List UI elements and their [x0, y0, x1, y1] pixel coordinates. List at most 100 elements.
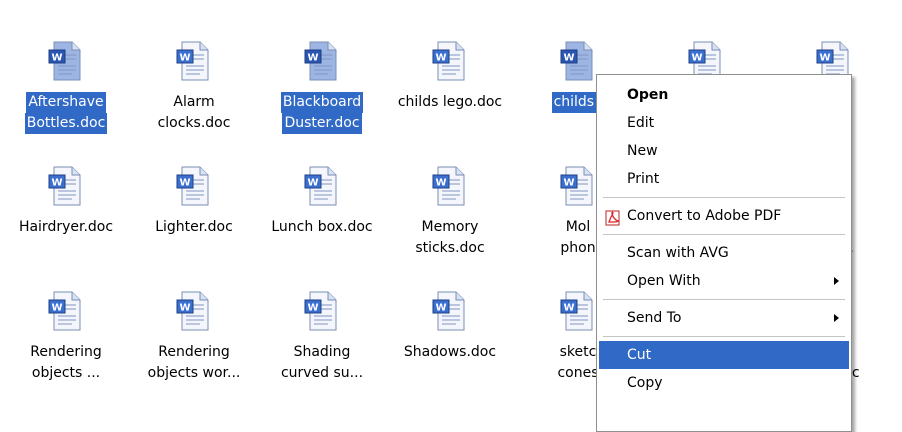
word-document-icon: W: [560, 290, 594, 332]
file-item[interactable]: W Alarm clocks.doc: [130, 30, 258, 140]
menu-separator: [603, 336, 845, 337]
svg-text:W: W: [179, 303, 190, 314]
word-document-icon: W: [48, 290, 82, 332]
file-label-line: clocks.doc: [157, 115, 231, 131]
svg-text:W: W: [435, 178, 446, 189]
menu-separator: [603, 234, 845, 235]
file-label-line: sticks.doc: [415, 240, 485, 256]
word-document-icon: W: [560, 165, 594, 207]
file-item[interactable]: W Lunch box.doc: [258, 155, 386, 265]
file-label-line: Alarm: [173, 94, 215, 110]
file-label: Hairdryer.doc: [2, 217, 130, 238]
file-label-line: Lunch box.doc: [271, 219, 373, 235]
menu-item-print[interactable]: Print: [599, 165, 849, 193]
svg-text:W: W: [307, 303, 318, 314]
menu-separator: [603, 299, 845, 300]
menu-item-label: Open With: [627, 273, 701, 289]
file-label-line: Rendering: [30, 344, 102, 360]
menu-item-send-to[interactable]: Send To: [599, 304, 849, 332]
file-label: Aftershave Bottles.doc: [2, 92, 130, 134]
file-label: Lunch box.doc: [258, 217, 386, 238]
file-item[interactable]: W Memory sticks.doc: [386, 155, 514, 265]
menu-item-copy[interactable]: Copy: [599, 369, 849, 397]
svg-text:W: W: [51, 303, 62, 314]
word-document-icon: W: [176, 290, 210, 332]
menu-item-label: New: [627, 143, 658, 159]
file-label-line: Duster.doc: [282, 113, 362, 134]
file-label: Blackboard Duster.doc: [258, 92, 386, 134]
word-document-icon: W: [560, 40, 594, 82]
context-menu: Open Edit New Print Convert to Adobe PDF Scan…: [596, 74, 852, 432]
file-label-line: Aftershave: [26, 92, 106, 113]
svg-text:W: W: [435, 53, 446, 64]
file-label-line: Bottles.doc: [24, 113, 108, 134]
file-item[interactable]: W Blackboard Duster.doc: [258, 30, 386, 140]
submenu-arrow-icon: [834, 314, 839, 322]
file-label-line: childs lego.doc: [397, 94, 503, 110]
word-document-icon: W: [176, 40, 210, 82]
menu-item-convert-to-adobe-pdf[interactable]: Convert to Adobe PDF: [599, 202, 849, 230]
file-item[interactable]: Wchilds lego.doc: [386, 30, 514, 140]
menu-item-label: Cut: [627, 347, 652, 363]
menu-item-edit[interactable]: Edit: [599, 109, 849, 137]
file-label-line: Hairdryer.doc: [18, 219, 114, 235]
word-document-icon: W: [304, 165, 338, 207]
svg-text:W: W: [51, 178, 62, 189]
word-document-icon: W: [304, 40, 338, 82]
file-label: Shadows.doc: [386, 342, 514, 363]
word-document-icon: W: [304, 290, 338, 332]
menu-item-label: Open: [627, 87, 669, 103]
word-document-icon: W: [176, 165, 210, 207]
file-label-line: Shadows.doc: [403, 344, 497, 360]
file-label-line: cones: [557, 365, 599, 381]
file-item[interactable]: W Rendering objects ...: [2, 280, 130, 390]
pdf-icon: [605, 208, 621, 226]
file-label-line: Mol: [565, 219, 591, 235]
svg-text:W: W: [691, 53, 702, 64]
svg-text:W: W: [563, 178, 574, 189]
file-item[interactable]: W Hairdryer.doc: [2, 155, 130, 265]
file-label: childs lego.doc: [386, 92, 514, 113]
file-label-line: Rendering: [158, 344, 230, 360]
file-label-line: Memory: [421, 219, 479, 235]
file-label-line: Shading: [293, 344, 351, 360]
menu-item-label: Convert to Adobe PDF: [627, 208, 782, 224]
svg-text:W: W: [563, 303, 574, 314]
svg-text:W: W: [179, 53, 190, 64]
svg-text:W: W: [51, 53, 62, 64]
file-item[interactable]: W Aftershave Bottles.doc: [2, 30, 130, 140]
menu-item-label: Edit: [627, 115, 655, 131]
word-document-icon: W: [48, 40, 82, 82]
menu-item-open[interactable]: Open: [599, 81, 849, 109]
svg-text:W: W: [307, 53, 318, 64]
file-label: Memory sticks.doc: [386, 217, 514, 259]
menu-item-scan-with-avg[interactable]: Scan with AVG: [599, 239, 849, 267]
menu-item-label: Copy: [627, 375, 663, 391]
file-label: Rendering objects ...: [2, 342, 130, 384]
file-item[interactable]: W Lighter.doc: [130, 155, 258, 265]
svg-text:W: W: [819, 53, 830, 64]
file-item[interactable]: W Shading curved su...: [258, 280, 386, 390]
menu-separator: [603, 197, 845, 198]
menu-item-label: Send To: [627, 310, 682, 326]
file-label: Alarm clocks.doc: [130, 92, 258, 134]
word-document-icon: W: [432, 290, 466, 332]
word-document-icon: W: [48, 165, 82, 207]
menu-item-open-with[interactable]: Open With: [599, 267, 849, 295]
file-label: Shading curved su...: [258, 342, 386, 384]
file-item[interactable]: W Rendering objects wor...: [130, 280, 258, 390]
word-document-icon: W: [432, 40, 466, 82]
menu-item-label: Print: [627, 171, 660, 187]
svg-text:W: W: [563, 53, 574, 64]
word-document-icon: W: [432, 165, 466, 207]
file-label-line: objects wor...: [147, 365, 241, 381]
menu-item-cut[interactable]: Cut: [599, 341, 849, 369]
file-label-line: Lighter.doc: [155, 219, 233, 235]
file-label-line: sketc: [559, 344, 597, 360]
svg-text:W: W: [435, 303, 446, 314]
menu-item-new[interactable]: New: [599, 137, 849, 165]
file-item[interactable]: W Shadows.doc: [386, 280, 514, 390]
submenu-arrow-icon: [834, 277, 839, 285]
file-label: Lighter.doc: [130, 217, 258, 238]
file-label-line: objects ...: [31, 365, 101, 381]
